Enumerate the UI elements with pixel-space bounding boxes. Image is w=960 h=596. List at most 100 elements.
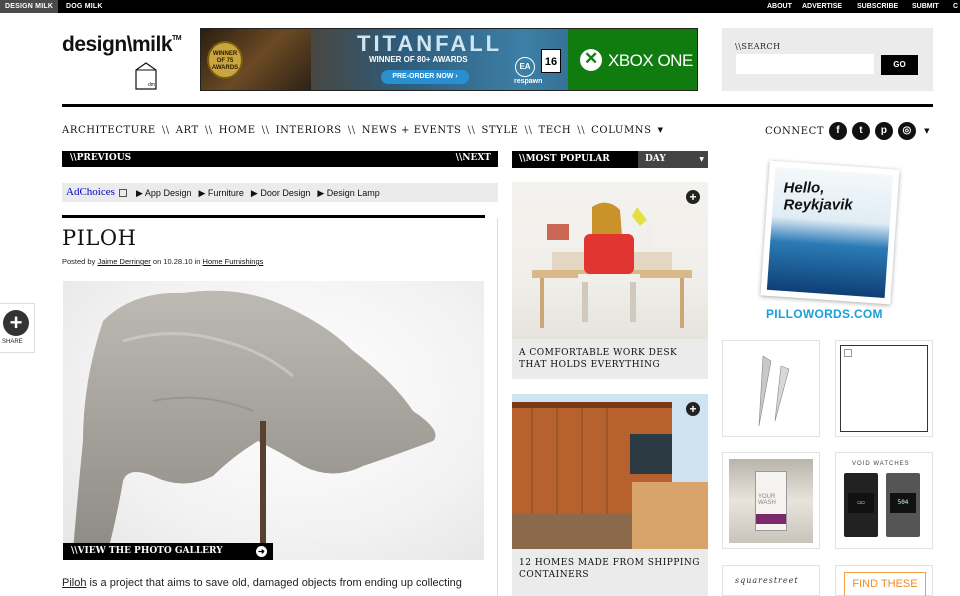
adchoices-bar: AdChoices ▶ App Design ▶ Furniture ▶ Doo… <box>62 183 498 202</box>
nav-item-style[interactable]: STYLE <box>481 125 518 136</box>
logo-text: design\milk <box>62 33 173 56</box>
nav-item-art[interactable]: ART <box>176 125 199 136</box>
chevron-down-icon: ▼ <box>699 156 704 163</box>
top-link-submit[interactable]: SUBMIT <box>912 0 939 13</box>
xbox-label: XBOX ONE <box>608 51 693 70</box>
pillowords-ad-image[interactable]: Hello, Reykjavik <box>760 160 900 305</box>
ad-link-door-design[interactable]: ▶ Door Design <box>251 188 310 199</box>
popular-card-caption[interactable]: A COMFORTABLE WORK DESK THAT HOLDS EVERY… <box>519 347 708 371</box>
watch-image: 504 <box>886 473 920 537</box>
respawn-logo: respawn <box>514 78 543 85</box>
house-illustration <box>512 394 708 549</box>
ad-preorder-button[interactable]: PRE-ORDER NOW › <box>381 70 469 84</box>
watch-face: 504 <box>890 493 916 513</box>
sidebar-ad-thumb[interactable] <box>835 340 933 437</box>
main-nav: ARCHITECTURE \\ ART \\ HOME \\ INTERIORS… <box>62 123 664 137</box>
article-divider <box>62 215 485 218</box>
ad-title: TITANFALL <box>357 31 503 56</box>
article-byline: Posted by Jaime Derringer on 10.28.10 in… <box>62 257 263 266</box>
piloh-link[interactable]: Piloh <box>62 577 86 589</box>
top-link-subscribe[interactable]: SUBSCRIBE <box>857 0 898 13</box>
connect-bar: CONNECT f t p ◎ ▼ <box>765 122 930 140</box>
popular-card-caption[interactable]: 12 HOMES MADE FROM SHIPPING CONTAINERS <box>519 557 708 581</box>
plus-icon: + <box>3 310 29 336</box>
article-title: PILOH <box>62 226 137 250</box>
search-label: \\SEARCH <box>735 42 781 51</box>
find-these-label: FIND THESE <box>844 572 926 596</box>
sidebar-ad-thumb[interactable]: FIND THESE <box>835 565 933 596</box>
nav-separator: \\ <box>577 124 586 136</box>
header-divider <box>62 104 933 107</box>
titanfall-ad-banner[interactable]: WINNER OF 75 AWARDS TITANFALL WINNER OF … <box>200 28 698 91</box>
nav-separator: \\ <box>467 124 476 136</box>
sidebar-ad-thumb[interactable] <box>722 340 820 437</box>
adchoices-icon[interactable] <box>119 189 127 197</box>
watch-face: ▭▭ <box>848 493 874 513</box>
sidebar-ad-thumb[interactable]: YOUR WASH <box>722 452 820 549</box>
nav-item-interiors[interactable]: INTERIORS <box>276 125 342 136</box>
xbox-logo-icon <box>580 48 602 71</box>
void-watches-label: VOID WATCHES <box>852 461 910 467</box>
next-link[interactable]: \\NEXT <box>456 153 491 163</box>
plus-icon[interactable]: + <box>686 190 700 204</box>
byline-prefix: Posted by <box>62 257 96 266</box>
xbox-one-panel: XBOX ONE <box>568 29 697 90</box>
site-logo[interactable]: design\milkTM <box>62 33 182 57</box>
popular-period-select[interactable]: DAY ▼ <box>638 151 708 168</box>
nav-separator: \\ <box>204 124 213 136</box>
pack-label: YOUR WASH <box>758 494 776 506</box>
previous-link[interactable]: \\PREVIOUS <box>70 153 131 163</box>
pillow-text: Hello, Reykjavik <box>783 179 853 214</box>
adchoices-link[interactable]: AdChoices <box>66 186 115 198</box>
container-homes-image <box>512 394 708 549</box>
chevron-down-icon[interactable]: ▼ <box>924 127 930 135</box>
nav-separator: \\ <box>347 124 356 136</box>
view-gallery-button[interactable]: \\VIEW THE PHOTO GALLERY ➜ <box>63 543 273 560</box>
column-divider <box>497 218 498 596</box>
nav-separator: \\ <box>161 124 170 136</box>
nav-separator: \\ <box>261 124 270 136</box>
popular-card[interactable]: + 12 HOMES MADE FROM SHIPPING CONTAINERS <box>512 394 708 596</box>
desk-illustration <box>532 202 692 328</box>
pillowords-link[interactable]: PILLOWORDS.COM <box>766 307 883 321</box>
popular-card[interactable]: + A COMFORTABLE WORK DESK THAT HOLDS EVE… <box>512 182 708 379</box>
metal-earrings-image <box>758 355 790 427</box>
chevron-down-icon[interactable]: ▼ <box>658 126 664 134</box>
search-input[interactable] <box>736 54 874 74</box>
search-go-button[interactable]: GO <box>881 55 918 75</box>
share-widget[interactable]: + SHARE <box>0 303 35 353</box>
gallery-label: \\VIEW THE PHOTO GALLERY <box>71 546 223 556</box>
most-popular-header: \\MOST POPULAR DAY ▼ <box>512 151 708 168</box>
age-rating-badge: 16 <box>541 49 561 73</box>
article-hero-image[interactable] <box>63 281 484 560</box>
ad-link-app-design[interactable]: ▶ App Design <box>136 188 191 199</box>
ad-link-furniture[interactable]: ▶ Furniture <box>198 188 243 199</box>
facebook-icon[interactable]: f <box>829 122 848 140</box>
nav-item-home[interactable]: HOME <box>219 125 256 136</box>
nav-separator: \\ <box>524 124 533 136</box>
twitter-icon[interactable]: t <box>852 122 871 140</box>
tab-dog-milk[interactable]: DOG MILK <box>61 0 108 13</box>
plus-icon[interactable]: + <box>686 402 700 416</box>
watch-image: ▭▭ <box>844 473 878 537</box>
nav-item-columns[interactable]: COLUMNS <box>591 125 651 136</box>
tab-design-milk[interactable]: DESIGN MILK <box>0 0 59 13</box>
nav-item-architecture[interactable]: ARCHITECTURE <box>62 125 156 136</box>
broken-image-icon <box>844 349 852 357</box>
sidebar-ad-thumb[interactable]: VOID WATCHES ▭▭ 504 <box>835 452 933 549</box>
nav-item-news-events[interactable]: NEWS + EVENTS <box>362 125 462 136</box>
nav-item-tech[interactable]: TECH <box>538 125 571 136</box>
sidebar-ad-thumb[interactable]: squarestreet <box>722 565 820 596</box>
milk-carton-icon: dm <box>135 62 157 90</box>
paragraph-text: is a project that aims to save old, dama… <box>86 577 462 589</box>
top-link-advertise[interactable]: ADVERTISE <box>802 0 842 13</box>
pinterest-icon[interactable]: p <box>875 122 894 140</box>
category-link[interactable]: Home Furnishings <box>203 257 264 266</box>
top-link-about[interactable]: ABOUT <box>767 0 792 13</box>
wash-pack-image: YOUR WASH <box>729 459 813 543</box>
top-link-overflow[interactable]: C <box>953 0 958 13</box>
instagram-icon[interactable]: ◎ <box>898 122 917 140</box>
work-desk-image <box>512 182 708 339</box>
author-link[interactable]: Jaime Derringer <box>97 257 150 266</box>
ad-link-design-lamp[interactable]: ▶ Design Lamp <box>317 188 379 199</box>
